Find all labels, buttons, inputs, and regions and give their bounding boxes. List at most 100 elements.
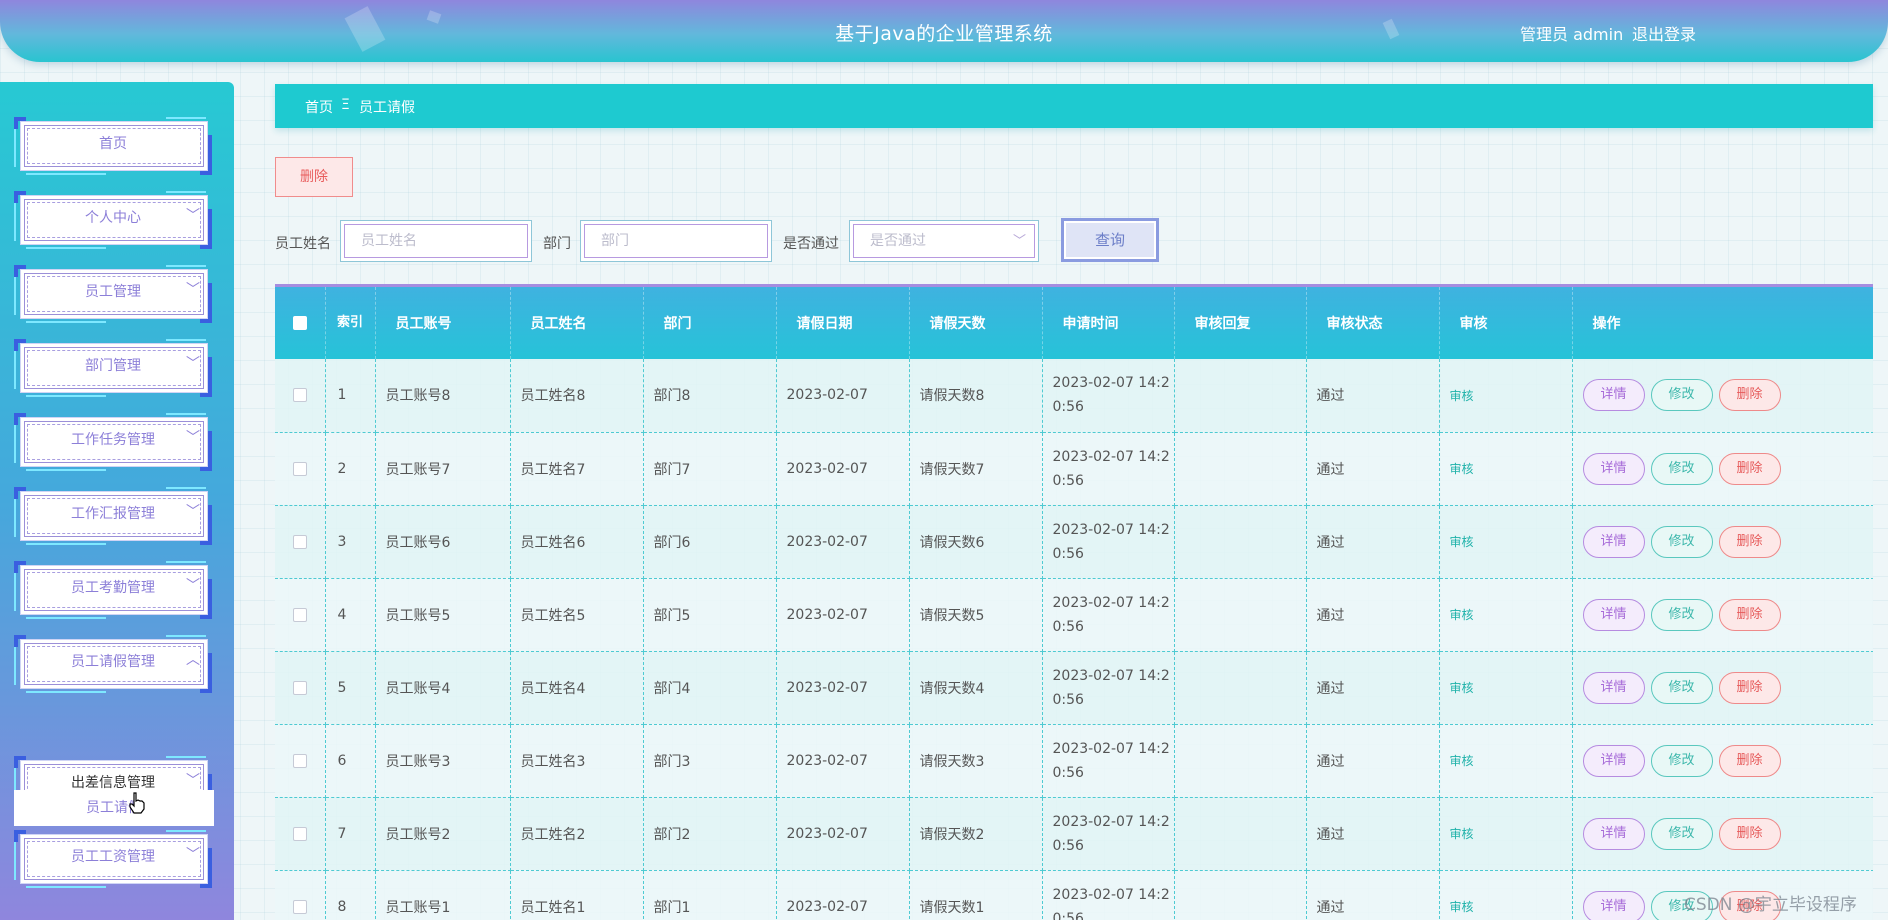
edit-button[interactable]: 修改: [1650, 598, 1713, 631]
cell-date: 2023-02-07: [776, 578, 910, 652]
sidebar-item-attendance[interactable]: 员工考勤管理 ﹀: [14, 561, 212, 619]
breadcrumb-current: 员工请假: [359, 100, 415, 116]
edit-button[interactable]: 修改: [1650, 817, 1713, 850]
select-all-header: [275, 287, 326, 359]
menu-frame-line: [26, 886, 106, 888]
menu-frame-line: [166, 191, 206, 193]
menu-frame-line: [26, 173, 106, 175]
sidebar-item-leave[interactable]: 员工请假管理 ︿: [14, 635, 212, 693]
sidebar-item-label: 首页: [99, 136, 127, 152]
detail-button[interactable]: 详情: [1582, 598, 1645, 631]
sidebar-item-home[interactable]: 首页: [14, 117, 212, 175]
review-link[interactable]: 审核: [1450, 462, 1474, 476]
sidebar-item-label: 工作任务管理: [71, 432, 155, 448]
select-all-checkbox[interactable]: [292, 316, 307, 330]
cell-date: 2023-02-07: [776, 505, 910, 579]
cell-days: 请假天数6: [909, 505, 1043, 579]
sidebar-item-salary[interactable]: 员工工资管理 ﹀: [14, 830, 212, 888]
row-checkbox[interactable]: [292, 680, 307, 695]
breadcrumb-home[interactable]: 首页: [305, 97, 333, 117]
detail-button[interactable]: 详情: [1582, 525, 1645, 558]
cell-days: 请假天数5: [909, 578, 1043, 652]
delete-button[interactable]: 删除: [1718, 598, 1781, 631]
cell-days: 请假天数3: [909, 724, 1043, 798]
review-link[interactable]: 审核: [1450, 900, 1474, 914]
delete-button[interactable]: 删除: [1718, 744, 1781, 777]
cell-apply-time: 2023-02-07 14:2 0:56: [1042, 651, 1175, 725]
detail-button[interactable]: 详情: [1582, 817, 1645, 850]
dept-search-input[interactable]: 部门: [580, 220, 772, 262]
table-row: 6 员工账号3 员工姓名3 部门3 2023-02-07 请假天数3 2023-02-07 …: [275, 724, 1873, 798]
sidebar-item-report[interactable]: 工作汇报管理 ﹀: [14, 487, 212, 545]
query-button[interactable]: 查询: [1061, 218, 1159, 262]
cell-reply: [1174, 432, 1307, 506]
cell-name: 员工姓名6: [510, 505, 644, 579]
cell-days: 请假天数1: [909, 870, 1043, 920]
sidebar-item-profile[interactable]: 个人中心 ﹀: [14, 191, 212, 249]
edit-button[interactable]: 修改: [1650, 671, 1713, 704]
menu-frame-line: [166, 561, 206, 563]
table-row: 3 员工账号6 员工姓名6 部门6 2023-02-07 请假天数6 2023-02-07 …: [275, 505, 1873, 579]
review-link[interactable]: 审核: [1450, 754, 1474, 768]
row-checkbox[interactable]: [292, 607, 307, 622]
menu-frame-line: [26, 247, 106, 249]
header-ops: 操作: [1572, 287, 1873, 359]
header-index: 索引: [325, 287, 376, 359]
review-link[interactable]: 审核: [1450, 827, 1474, 841]
row-checkbox[interactable]: [292, 388, 307, 403]
review-link[interactable]: 审核: [1450, 608, 1474, 622]
edit-button[interactable]: 修改: [1650, 744, 1713, 777]
menu-frame-line: [26, 691, 106, 693]
row-checkbox[interactable]: [292, 826, 307, 841]
delete-button[interactable]: 删除: [1718, 671, 1781, 704]
header-apply-time: 申请时间: [1042, 287, 1175, 359]
review-link[interactable]: 审核: [1450, 389, 1474, 403]
row-checkbox[interactable]: [292, 899, 307, 914]
chevron-down-icon: ﹀: [186, 430, 200, 446]
header-review: 审核: [1439, 287, 1573, 359]
row-checkbox[interactable]: [292, 461, 307, 476]
cell-name: 员工姓名5: [510, 578, 644, 652]
cell-dept: 部门1: [643, 870, 777, 920]
row-select-cell: [275, 505, 326, 579]
passed-filter-select[interactable]: 是否通过 ﹀: [849, 220, 1039, 262]
sidebar-item-task[interactable]: 工作任务管理 ﹀: [14, 413, 212, 471]
header-reply: 审核回复: [1174, 287, 1307, 359]
row-checkbox[interactable]: [292, 534, 307, 549]
detail-button[interactable]: 详情: [1582, 890, 1645, 920]
logout-link[interactable]: 退出登录: [1632, 21, 1696, 45]
review-link[interactable]: 审核: [1450, 681, 1474, 695]
cell-reply: [1174, 797, 1307, 871]
row-checkbox[interactable]: [292, 753, 307, 768]
name-search-input[interactable]: 员工姓名: [340, 220, 532, 262]
cell-ops: 详情 修改 删除: [1572, 797, 1873, 871]
sidebar-item-department[interactable]: 部门管理 ﹀: [14, 339, 212, 397]
chevron-down-icon: ﹀: [186, 578, 200, 594]
cell-dept: 部门6: [643, 505, 777, 579]
submenu-item-employee-leave[interactable]: 员工请假: [14, 790, 214, 826]
detail-button[interactable]: 详情: [1582, 671, 1645, 704]
cell-ops: 详情 修改 删除: [1572, 432, 1873, 506]
delete-button[interactable]: 删除: [1718, 817, 1781, 850]
menu-frame-line: [166, 756, 206, 758]
menu-frame-line: [166, 830, 206, 832]
detail-button[interactable]: 详情: [1582, 452, 1645, 485]
cell-apply-time: 2023-02-07 14:2 0:56: [1042, 578, 1175, 652]
cell-account: 员工账号2: [375, 797, 511, 871]
delete-button[interactable]: 删除: [1718, 452, 1781, 485]
sidebar: 首页个人中心 ﹀ 员工管理 ﹀ 部门管理 ﹀ 工作任务管理 ﹀ 工作汇报管理 ﹀ 员工考勤管理 ﹀ 员工…: [0, 82, 234, 920]
edit-button[interactable]: 修改: [1650, 525, 1713, 558]
cell-status: 通过: [1306, 797, 1440, 871]
cell-date: 2023-02-07: [776, 651, 910, 725]
delete-button[interactable]: 删除: [1718, 379, 1781, 412]
edit-button[interactable]: 修改: [1650, 452, 1713, 485]
delete-button[interactable]: 删除: [1718, 525, 1781, 558]
detail-button[interactable]: 详情: [1582, 379, 1645, 412]
review-link[interactable]: 审核: [1450, 535, 1474, 549]
menu-frame-line: [26, 543, 106, 545]
chevron-down-icon: ﹀: [186, 282, 200, 298]
sidebar-item-employee[interactable]: 员工管理 ﹀: [14, 265, 212, 323]
batch-delete-button[interactable]: 删除: [275, 157, 353, 197]
detail-button[interactable]: 详情: [1582, 744, 1645, 777]
edit-button[interactable]: 修改: [1650, 379, 1713, 412]
